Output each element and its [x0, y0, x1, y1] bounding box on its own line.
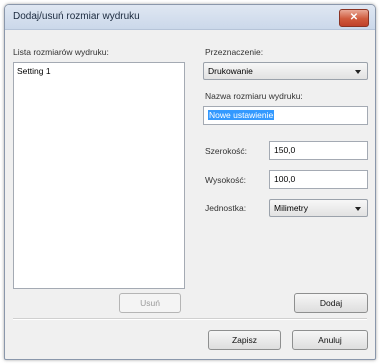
width-label: Szerokość: — [205, 146, 248, 156]
destination-dropdown[interactable]: Drukowanie — [203, 62, 368, 80]
size-name-value: Nowe ustawienie — [208, 110, 275, 120]
height-input[interactable]: 100,0 — [269, 170, 368, 189]
delete-button[interactable]: Usuń — [119, 293, 181, 313]
size-list[interactable]: Setting 1 — [13, 62, 185, 289]
dialog-body: Lista rozmiarów wydruku: Setting 1 Przez… — [5, 30, 375, 359]
chevron-down-icon — [355, 207, 361, 211]
height-value: 100,0 — [274, 174, 296, 184]
unit-dropdown[interactable]: Milimetry — [269, 199, 368, 217]
dialog-window: Dodaj/usuń rozmiar wydruku ✕ Lista rozmi… — [4, 4, 376, 360]
width-value: 150,0 — [274, 145, 296, 155]
size-name-input[interactable]: Nowe ustawienie — [203, 106, 368, 125]
chevron-down-icon — [355, 70, 361, 74]
window-title: Dodaj/usuń rozmiar wydruku — [13, 11, 140, 22]
save-button[interactable]: Zapisz — [208, 330, 281, 350]
destination-label: Przeznaczenie: — [205, 47, 264, 57]
height-label: Wysokość: — [205, 175, 247, 185]
unit-value: Milimetry — [274, 203, 308, 213]
title-bar[interactable]: Dodaj/usuń rozmiar wydruku ✕ — [5, 5, 375, 30]
size-list-label: Lista rozmiarów wydruku: — [13, 47, 109, 57]
cancel-button[interactable]: Anuluj — [292, 330, 368, 350]
list-item[interactable]: Setting 1 — [17, 66, 51, 76]
destination-value: Drukowanie — [208, 66, 253, 76]
close-icon: ✕ — [349, 12, 359, 23]
add-button[interactable]: Dodaj — [294, 293, 368, 313]
close-button[interactable]: ✕ — [339, 9, 369, 27]
width-input[interactable]: 150,0 — [269, 141, 368, 160]
divider — [13, 318, 367, 320]
size-name-label: Nazwa rozmiaru wydruku: — [205, 91, 303, 101]
unit-label: Jednostka: — [205, 203, 247, 213]
